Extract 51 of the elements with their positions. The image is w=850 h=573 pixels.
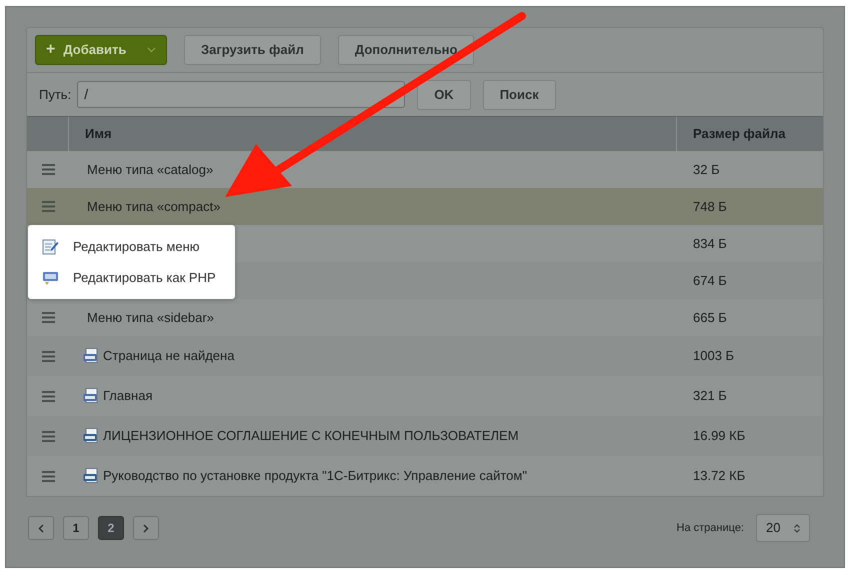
file-name[interactable]: Меню типа «catalog» (87, 160, 214, 180)
file-name[interactable]: Страница не найдена (103, 346, 234, 366)
menu-icon[interactable] (42, 201, 54, 212)
php-file-icon (42, 269, 59, 286)
add-button[interactable]: + Добавить (35, 35, 167, 65)
file-size: 665 Б (693, 310, 727, 324)
file-name[interactable]: Меню типа «compact» (87, 196, 220, 216)
file-size: 16.99 КБ (693, 428, 746, 443)
chevron-right-icon (143, 524, 149, 532)
file-size: 32 Б (693, 162, 720, 176)
table-row[interactable]: Меню типа «compact» 748 Б (27, 188, 823, 225)
previous-page-button[interactable] (28, 516, 54, 540)
file-size: 834 Б (693, 236, 727, 250)
file-size: 1003 Б (693, 348, 734, 363)
next-page-button[interactable] (133, 516, 159, 540)
menu-icon[interactable] (42, 390, 54, 402)
file-name[interactable]: Главная (103, 386, 152, 406)
file-size: 13.72 КБ (693, 468, 746, 483)
file-size: 748 Б (693, 198, 727, 214)
context-menu-item[interactable]: Редактировать как PHP (28, 262, 235, 293)
toolbar-button[interactable]: Дополнительно (338, 35, 474, 65)
ok-button[interactable]: OK (417, 80, 471, 110)
pencil-document-icon (42, 238, 59, 255)
file-icon (83, 468, 99, 484)
path-label: Путь: (39, 86, 72, 104)
search-button[interactable]: Поиск (482, 80, 556, 110)
page-button[interactable]: 1 (63, 516, 89, 540)
per-page-select[interactable]: 20 (756, 514, 810, 542)
menu-icon[interactable] (42, 350, 54, 362)
page-button[interactable]: 2 (98, 516, 124, 540)
per-page-label: На странице: (676, 520, 744, 536)
column-header[interactable]: Размер файла (677, 117, 823, 151)
chevron-left-icon (38, 524, 44, 532)
menu-icon[interactable] (42, 312, 54, 323)
file-size: 674 Б (693, 272, 727, 288)
menu-icon[interactable] (42, 430, 54, 442)
file-icon (83, 388, 99, 404)
caret-icon (147, 47, 156, 53)
file-icon (83, 348, 99, 364)
path-field[interactable]: / (77, 81, 406, 108)
file-size: 321 Б (693, 388, 727, 403)
plus-icon: + (46, 42, 56, 58)
menu-icon[interactable] (42, 164, 54, 175)
menu-icon[interactable] (42, 470, 54, 482)
sort-arrows-icon (794, 524, 800, 532)
context-menu-item[interactable]: Редактировать меню (28, 231, 235, 262)
file-icon (83, 428, 99, 444)
file-name[interactable]: Руководство по установке продукта "1С-Битрикс: Управление сайтом" (103, 466, 527, 486)
file-name[interactable]: Меню типа «sidebar» (87, 308, 214, 328)
file-name[interactable]: ЛИЦЕНЗИОННОЕ СОГЛАШЕНИЕ С КОНЕЧНЫМ ПОЛЬЗОВАТЕЛЕМ (103, 426, 519, 446)
toolbar-button[interactable]: Загрузить файл (184, 35, 321, 65)
